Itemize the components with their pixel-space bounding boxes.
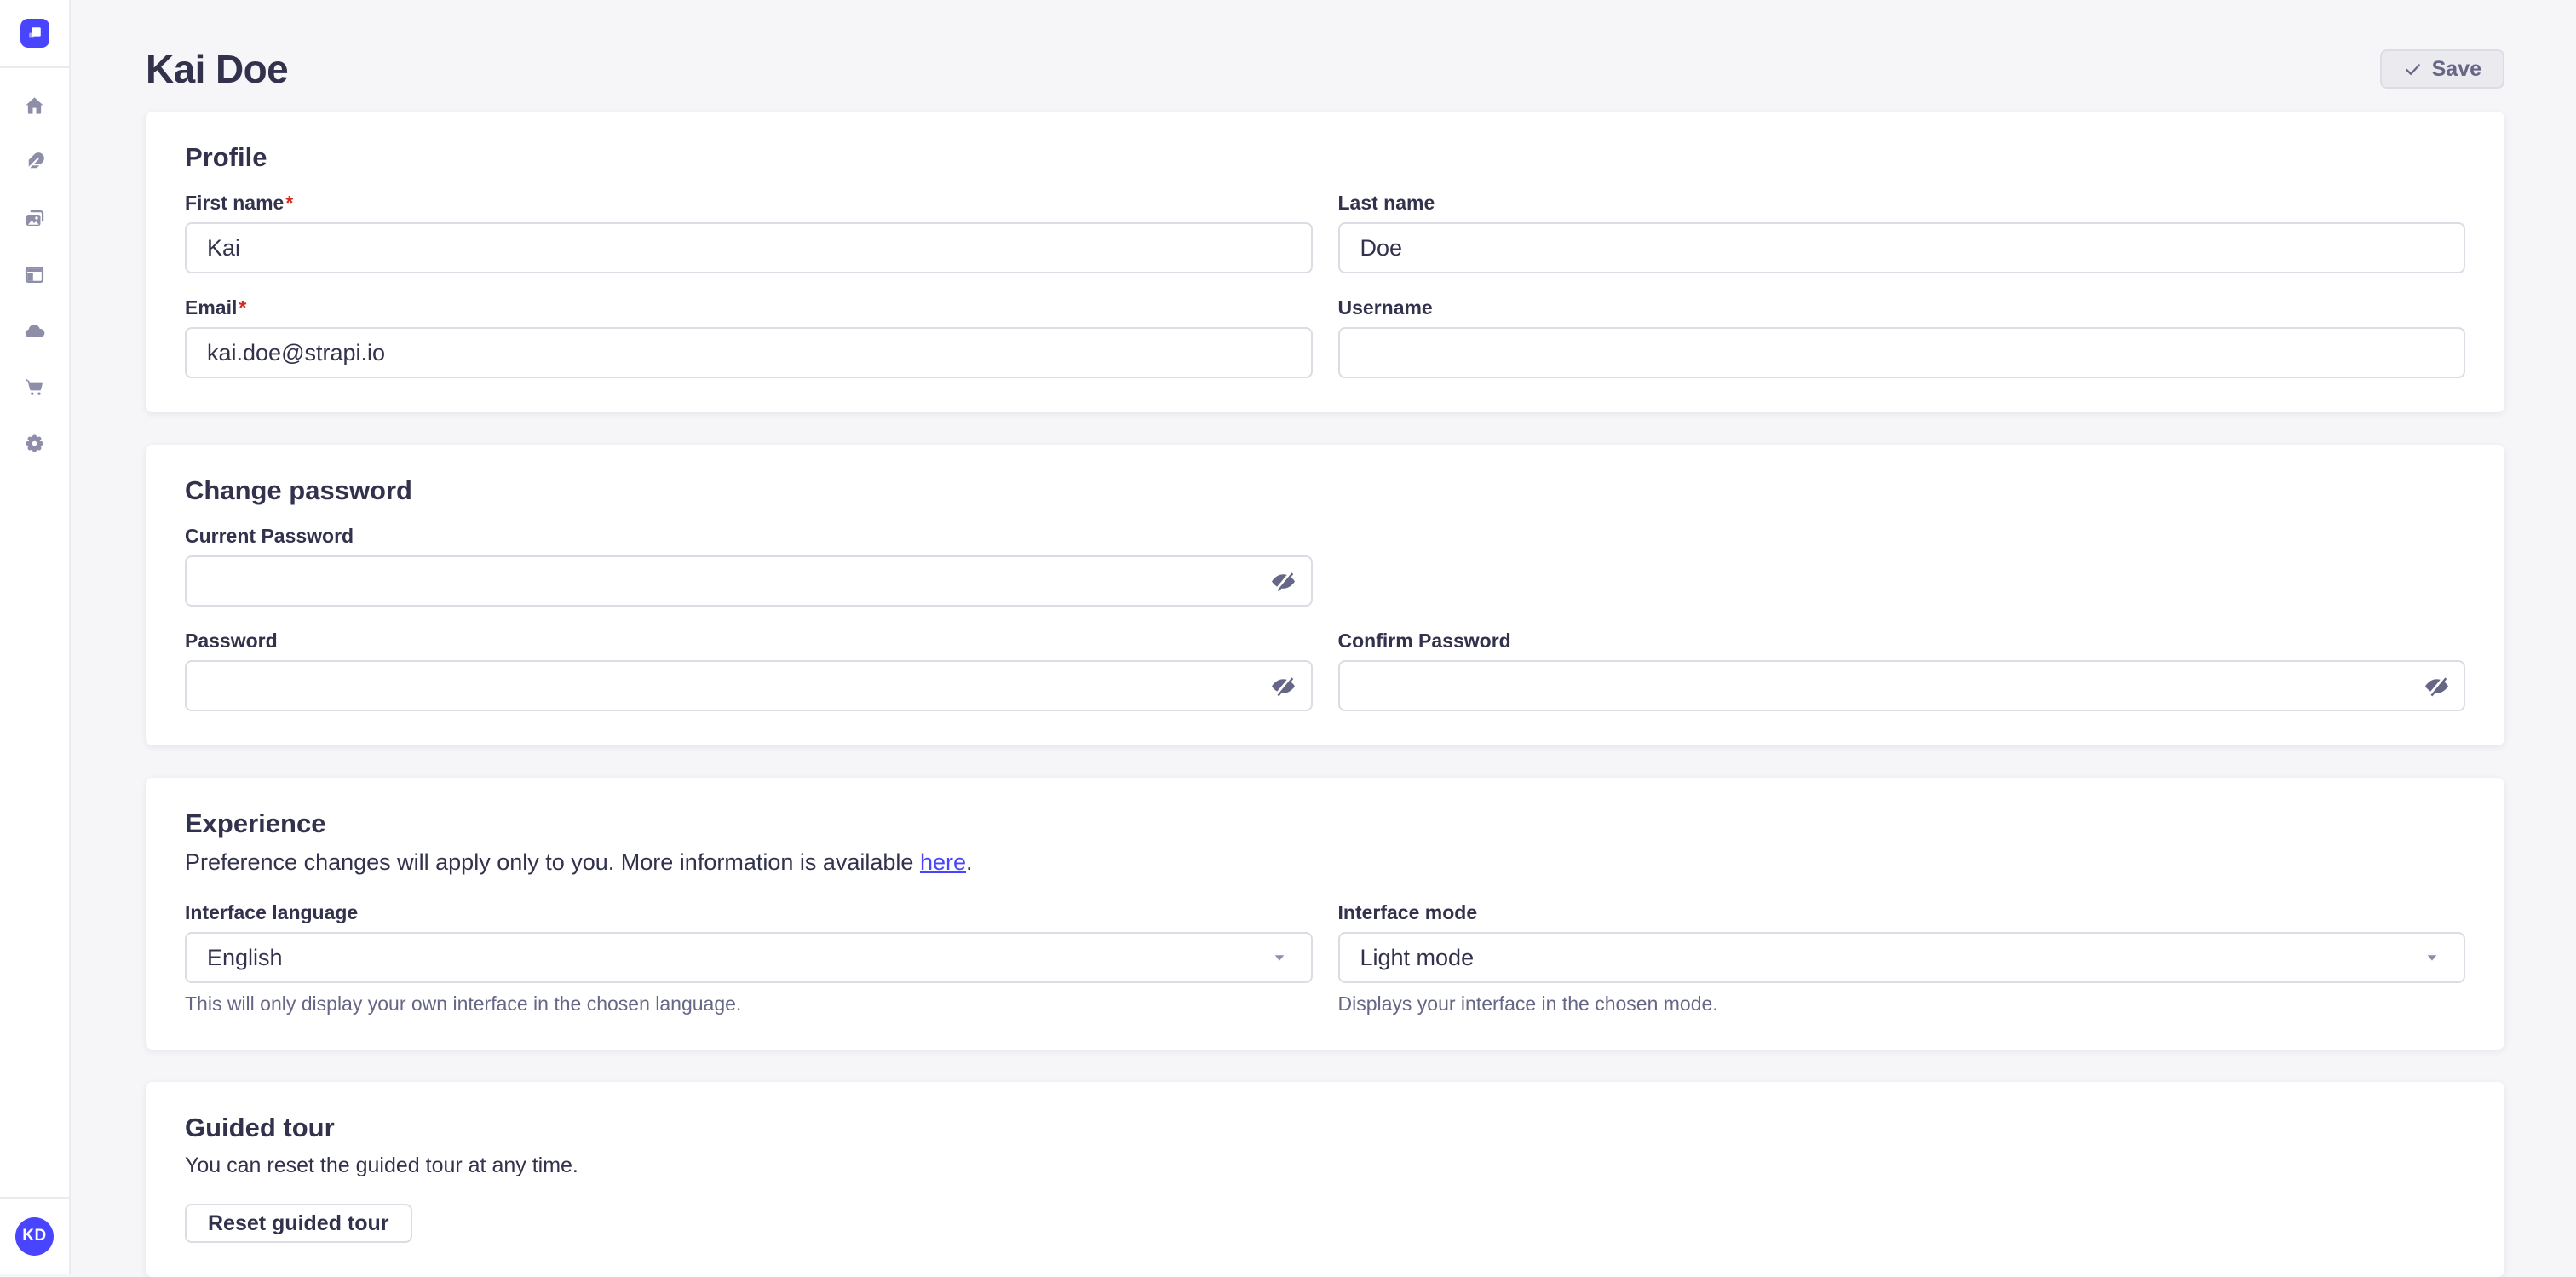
last-name-input[interactable]	[1338, 222, 2466, 273]
home-icon	[23, 95, 46, 118]
experience-card: Experience Preference changes will apply…	[146, 778, 2504, 1050]
confirm-password-input[interactable]	[1338, 660, 2466, 711]
username-label: Username	[1338, 296, 2466, 319]
user-avatar[interactable]: KD	[15, 1217, 54, 1256]
chevron-down-icon	[1270, 948, 1289, 967]
feather-icon	[23, 151, 46, 174]
last-name-label: Last name	[1338, 192, 2466, 215]
current-password-input[interactable]	[185, 555, 1313, 607]
interface-mode-hint: Displays your interface in the chosen mo…	[1338, 992, 2466, 1015]
interface-language-value: English	[207, 945, 283, 971]
sidebar-item-content-manager[interactable]	[15, 142, 55, 181]
avatar-initials: KD	[22, 1227, 46, 1245]
guided-tour-heading: Guided tour	[185, 1113, 2465, 1143]
eye-off-icon	[2424, 673, 2450, 699]
required-asterisk: *	[239, 296, 246, 319]
interface-language-label: Interface language	[185, 901, 1313, 924]
interface-language-hint: This will only display your own interfac…	[185, 992, 1313, 1015]
layout-icon	[23, 263, 46, 286]
interface-language-select[interactable]: English	[185, 932, 1313, 983]
toggle-new-password-visibility-button[interactable]	[1263, 665, 1304, 706]
current-password-field: Current Password	[185, 525, 1313, 607]
toggle-confirm-password-visibility-button[interactable]	[2416, 665, 2457, 706]
current-password-label: Current Password	[185, 525, 1313, 548]
interface-mode-label: Interface mode	[1338, 901, 2466, 924]
app-root: KD Kai Doe Save Profile First name*	[0, 0, 2576, 1274]
sidebar-item-settings[interactable]	[15, 423, 55, 463]
new-password-input[interactable]	[185, 660, 1313, 711]
first-name-field: First name*	[185, 192, 1313, 273]
save-button-label: Save	[2432, 57, 2481, 82]
chevron-down-icon	[2423, 948, 2441, 967]
sidebar-item-deploy[interactable]	[15, 311, 55, 350]
guided-tour-card: Guided tour You can reset the guided tou…	[146, 1082, 2504, 1277]
sidebar: KD	[0, 0, 71, 1274]
toggle-current-password-visibility-button[interactable]	[1263, 561, 1304, 601]
cloud-icon	[23, 319, 46, 342]
sidebar-item-marketplace[interactable]	[15, 367, 55, 406]
change-password-heading: Change password	[185, 475, 2465, 506]
email-label: Email*	[185, 296, 1313, 319]
interface-language-field: Interface language English This will onl…	[185, 901, 1313, 1015]
strapi-logo	[20, 19, 49, 48]
cart-icon	[23, 376, 46, 399]
first-name-input[interactable]	[185, 222, 1313, 273]
content: Profile First name* Last name	[71, 94, 2576, 1277]
guided-tour-text: You can reset the guided tour at any tim…	[185, 1153, 2465, 1178]
interface-mode-field: Interface mode Light mode Displays your …	[1338, 901, 2466, 1015]
new-password-label: Password	[185, 630, 1313, 653]
save-button[interactable]: Save	[2380, 49, 2504, 89]
reset-guided-tour-button[interactable]: Reset guided tour	[185, 1204, 412, 1243]
experience-heading: Experience	[185, 808, 2465, 839]
sidebar-item-media-library[interactable]	[15, 198, 55, 238]
media-library-icon	[23, 207, 46, 230]
strapi-logo-icon	[26, 24, 44, 43]
email-field: Email*	[185, 296, 1313, 378]
sidebar-nav	[0, 68, 69, 480]
more-information-link[interactable]: here	[920, 849, 966, 875]
main-area: Kai Doe Save Profile First name*	[71, 0, 2576, 1274]
experience-description: Preference changes will apply only to yo…	[185, 849, 2465, 876]
page-title: Kai Doe	[146, 46, 288, 92]
username-field: Username	[1338, 296, 2466, 378]
last-name-field: Last name	[1338, 192, 2466, 273]
eye-off-icon	[1270, 568, 1297, 595]
confirm-password-field: Confirm Password	[1338, 630, 2466, 711]
interface-mode-value: Light mode	[1360, 945, 1475, 971]
username-input[interactable]	[1338, 327, 2466, 378]
change-password-card: Change password Current Password	[146, 445, 2504, 745]
confirm-password-label: Confirm Password	[1338, 630, 2466, 653]
eye-off-icon	[1270, 673, 1297, 699]
first-name-label: First name*	[185, 192, 1313, 215]
sidebar-footer: KD	[0, 1197, 69, 1274]
check-icon	[2403, 60, 2423, 79]
profile-card: Profile First name* Last name	[146, 112, 2504, 412]
email-input[interactable]	[185, 327, 1313, 378]
required-asterisk: *	[285, 192, 293, 214]
profile-heading: Profile	[185, 142, 2465, 173]
sidebar-item-home[interactable]	[15, 86, 55, 125]
workspace-logo-button[interactable]	[0, 0, 69, 68]
page-header: Kai Doe Save	[71, 0, 2576, 94]
sidebar-item-content-type-builder[interactable]	[15, 255, 55, 294]
gear-icon	[23, 432, 46, 455]
interface-mode-select[interactable]: Light mode	[1338, 932, 2466, 983]
new-password-field: Password	[185, 630, 1313, 711]
